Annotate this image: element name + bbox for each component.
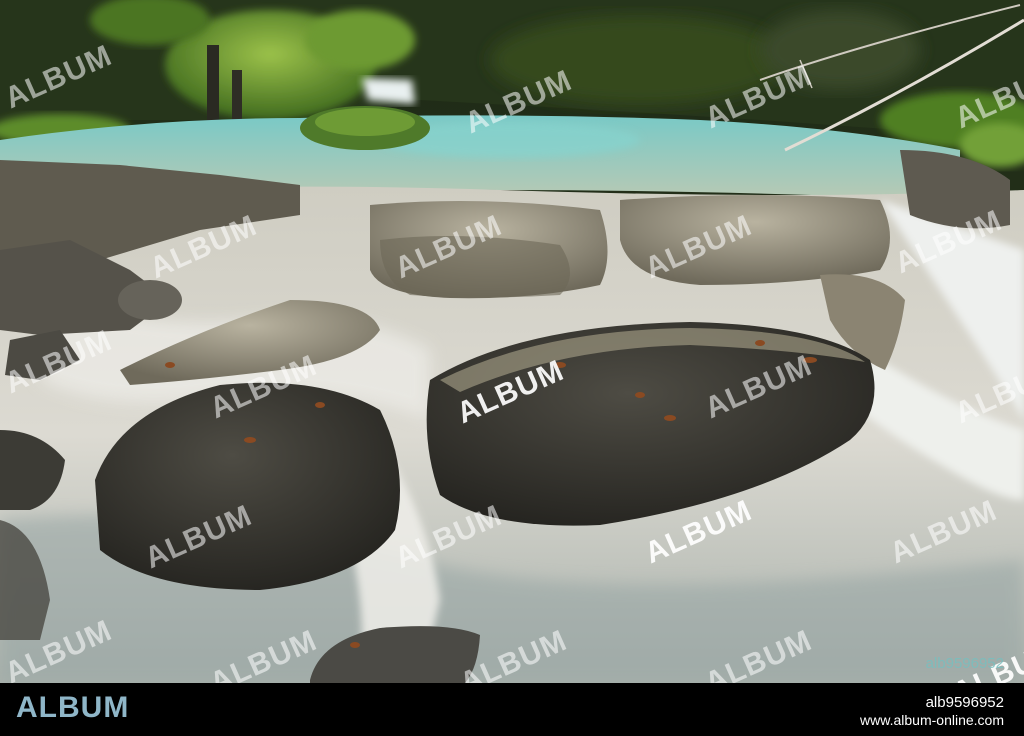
site-url[interactable]: www.album-online.com xyxy=(860,712,1004,728)
image-id: alb9596952 xyxy=(925,694,1004,711)
album-logo[interactable]: ALBUM xyxy=(16,691,129,725)
photo-canvas xyxy=(0,0,1024,683)
footer-bar: ALBUM alb9596952 www.album-online.com xyxy=(0,683,1024,736)
photo xyxy=(0,0,1024,683)
